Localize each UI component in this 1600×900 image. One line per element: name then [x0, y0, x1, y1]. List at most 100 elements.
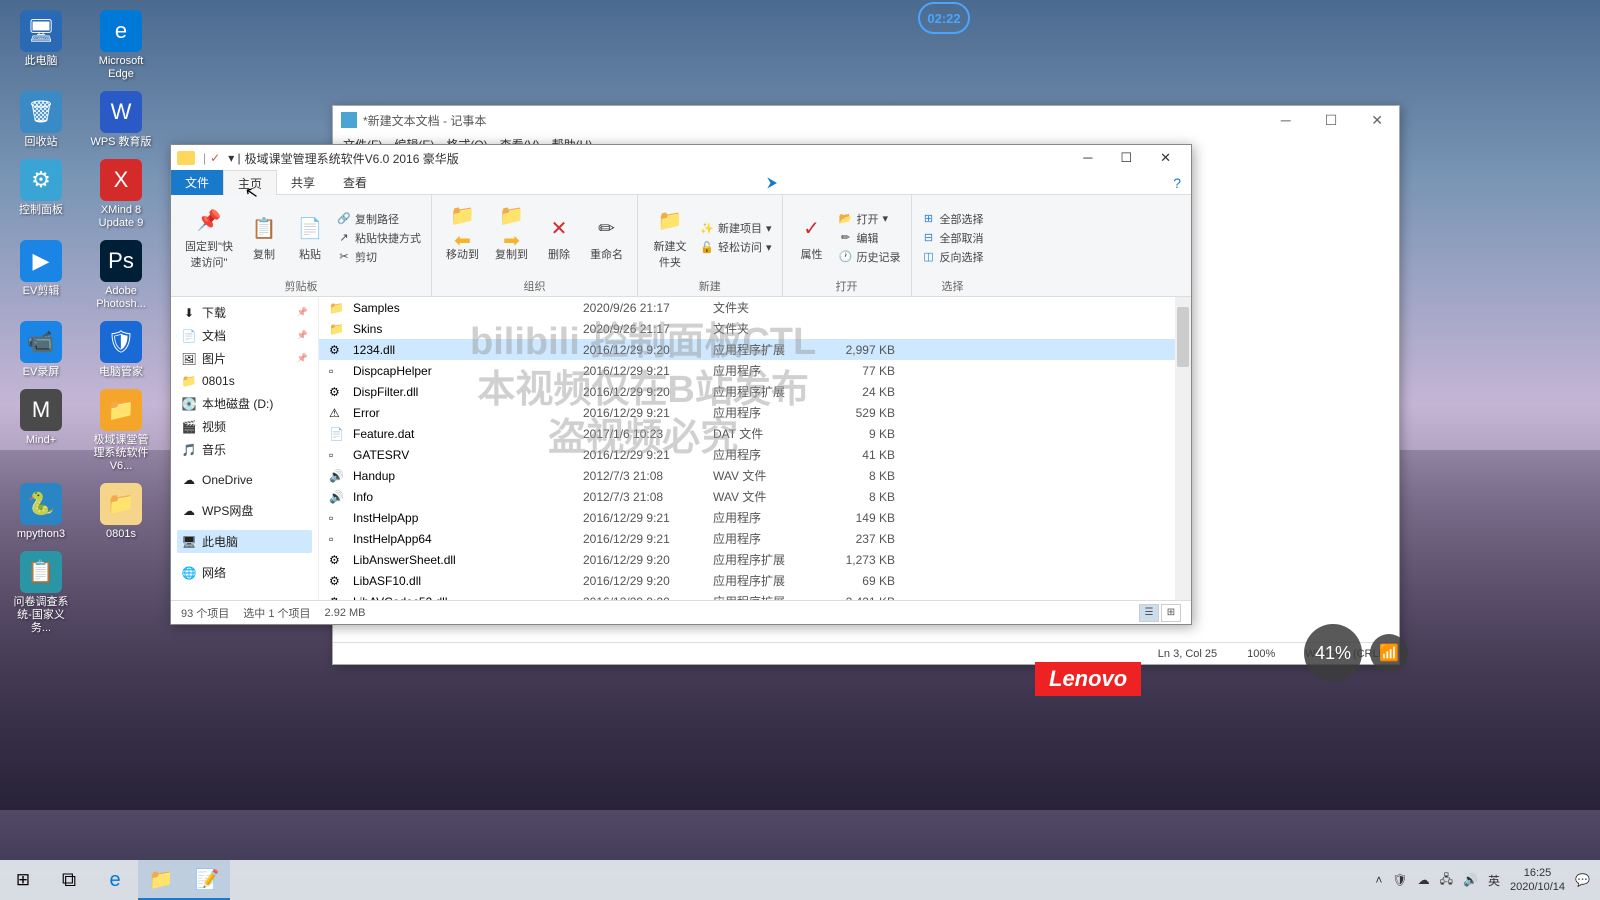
desktop-icon[interactable]: 🗑回收站 — [10, 91, 72, 149]
maximize-button[interactable]: ☐ — [1317, 110, 1346, 131]
taskbar-clock[interactable]: 16:25 2020/10/14 — [1510, 866, 1565, 894]
file-row[interactable]: 🔊Info2012/7/3 21:08WAV 文件8 KB — [319, 486, 1191, 507]
rename-button[interactable]: ✏重命名 — [586, 211, 627, 264]
delete-button[interactable]: ✕删除 — [540, 211, 578, 264]
file-row[interactable]: ▫GATESRV2016/12/29 9:21应用程序41 KB — [319, 444, 1191, 465]
file-row[interactable]: ⚙DispFilter.dll2016/12/29 9:20应用程序扩展24 K… — [319, 381, 1191, 402]
tray-volume-icon[interactable]: 🔊 — [1463, 873, 1478, 887]
invert-selection-button[interactable]: ◫反向选择 — [922, 249, 984, 265]
task-view-button[interactable]: ⧉ — [46, 860, 92, 900]
help-icon[interactable]: ? — [1173, 175, 1191, 191]
desktop-icon[interactable]: ▶EV剪辑 — [10, 240, 72, 311]
file-row[interactable]: 📁Samples2020/9/26 21:17文件夹 — [319, 297, 1191, 318]
file-date: 2020/9/26 21:17 — [583, 301, 713, 315]
taskbar-notepad[interactable]: 📝 — [184, 860, 230, 900]
app-icon: 📁 — [100, 483, 142, 525]
file-row[interactable]: 📄Feature.dat2017/1/6 10:23DAT 文件9 KB — [319, 423, 1191, 444]
desktop-icon[interactable]: WWPS 教育版 — [90, 91, 152, 149]
desktop-icon[interactable]: PsAdobe Photosh... — [90, 240, 152, 311]
nav-item[interactable]: 🎵音乐 — [177, 438, 312, 461]
properties-button[interactable]: ✓属性 — [793, 211, 831, 264]
file-row[interactable]: ⚙LibASF10.dll2016/12/29 9:20应用程序扩展69 KB — [319, 570, 1191, 591]
tray-ime[interactable]: 英 — [1488, 872, 1500, 889]
file-date: 2012/7/3 21:08 — [583, 490, 713, 504]
scrollbar[interactable] — [1175, 297, 1191, 600]
copy-to-button[interactable]: 📁➡复制到 — [491, 211, 532, 264]
tray-onedrive-icon[interactable]: ☁ — [1418, 873, 1430, 887]
tab-home[interactable]: 主页 — [223, 170, 277, 196]
nav-item[interactable]: ☁WPS网盘 — [177, 499, 312, 522]
minimize-button[interactable]: ─ — [1069, 146, 1106, 170]
desktop-icon[interactable]: 🖥此电脑 — [10, 10, 72, 81]
easy-access-button[interactable]: 🔓轻松访问 ▾ — [700, 239, 772, 255]
start-button[interactable]: ⊞ — [0, 860, 46, 900]
desktop-icon[interactable]: 📁极域课堂管理系统软件V6... — [90, 389, 152, 473]
cut-button[interactable]: ✂剪切 — [337, 249, 421, 265]
file-row[interactable]: ⚠Error2016/12/29 9:21应用程序529 KB — [319, 402, 1191, 423]
dropdown-icon[interactable]: ▾ | — [228, 151, 240, 165]
file-row[interactable]: ▫InstHelpApp2016/12/29 9:21应用程序149 KB — [319, 507, 1191, 528]
view-icons-button[interactable]: ⊞ — [1161, 604, 1181, 622]
nav-item[interactable]: 🌐网络 — [177, 561, 312, 584]
minimize-button[interactable]: ─ — [1273, 110, 1299, 131]
taskbar-explorer[interactable]: 📁 — [138, 860, 184, 900]
desktop-icon[interactable]: 📋问卷调查系统-国家义务... — [10, 551, 72, 635]
nav-item[interactable]: 📁0801s — [177, 370, 312, 392]
file-row[interactable]: ⚙LibAVCodec52.dll2016/12/29 9:20应用程序扩展2,… — [319, 591, 1191, 600]
app-icon: 📁 — [100, 389, 142, 431]
view-details-button[interactable]: ☰ — [1139, 604, 1159, 622]
nav-item[interactable]: 💽本地磁盘 (D:) — [177, 392, 312, 415]
tab-file[interactable]: 文件 — [171, 170, 223, 195]
maximize-button[interactable]: ☐ — [1106, 146, 1146, 170]
history-button[interactable]: 🕐历史记录 — [839, 249, 901, 265]
paste-shortcut-button[interactable]: ↗粘贴快捷方式 — [337, 230, 421, 246]
file-row[interactable]: ▫DispcapHelper2016/12/29 9:21应用程序77 KB — [319, 360, 1191, 381]
open-button[interactable]: 📂打开 ▾ — [839, 211, 901, 227]
nav-item[interactable]: 🎬视频 — [177, 415, 312, 438]
file-row[interactable]: ⚙1234.dll2016/12/29 9:20应用程序扩展2,997 KB — [319, 339, 1191, 360]
tab-share[interactable]: 共享 — [277, 170, 329, 195]
close-button[interactable]: ✕ — [1146, 146, 1185, 170]
nav-item[interactable]: 🖼图片 — [177, 347, 312, 370]
ribbon-collapse-icon[interactable]: ⮞ — [767, 174, 787, 191]
close-button[interactable]: ✕ — [1363, 110, 1391, 131]
select-none-button[interactable]: ⊟全部取消 — [922, 230, 984, 246]
new-item-button[interactable]: ✨新建项目 ▾ — [700, 220, 772, 236]
edit-button[interactable]: ✏编辑 — [839, 230, 901, 246]
new-folder-button[interactable]: 📁新建文件夹 — [648, 203, 692, 272]
desktop-icon[interactable]: 🛡电脑管家 — [90, 321, 152, 379]
file-row[interactable]: 🔊Handup2012/7/3 21:08WAV 文件8 KB — [319, 465, 1191, 486]
copy-button[interactable]: 📋复制 — [245, 211, 283, 264]
tab-view[interactable]: 查看 — [329, 170, 381, 195]
desktop-icon[interactable]: 🐍mpython3 — [10, 483, 72, 541]
desktop-icon[interactable]: 📹EV录屏 — [10, 321, 72, 379]
ribbon-group-select: ⊞全部选择 ⊟全部取消 ◫反向选择 选择 — [912, 195, 994, 296]
select-all-button[interactable]: ⊞全部选择 — [922, 211, 984, 227]
tray-chevron-icon[interactable]: ˄ — [1375, 873, 1382, 887]
notepad-titlebar[interactable]: *新建文本文档 - 记事本 ─ ☐ ✕ — [333, 106, 1399, 134]
rename-icon: ✏ — [592, 213, 622, 243]
nav-item[interactable]: 📄文档 — [177, 324, 312, 347]
tray-shield-icon[interactable]: 🛡 — [1392, 873, 1407, 887]
explorer-titlebar[interactable]: | ✓ ▾ | 极域课堂管理系统软件V6.0 2016 豪华版 ─ ☐ ✕ — [171, 145, 1191, 171]
scrollbar-thumb[interactable] — [1177, 307, 1189, 367]
nav-item[interactable]: ⬇下载 — [177, 301, 312, 324]
pin-button[interactable]: 📌固定到"快速访问" — [181, 203, 237, 272]
tray-network-icon[interactable]: 🖧 — [1440, 870, 1453, 891]
file-list: 📁Samples2020/9/26 21:17文件夹📁Skins2020/9/2… — [319, 297, 1191, 600]
copy-path-button[interactable]: 🔗复制路径 — [337, 211, 421, 227]
desktop-icon[interactable]: ⚙控制面板 — [10, 159, 72, 230]
move-button[interactable]: 📁⬅移动到 — [442, 211, 483, 264]
paste-button[interactable]: 📄粘贴 — [291, 211, 329, 264]
file-row[interactable]: ▫InstHelpApp642016/12/29 9:21应用程序237 KB — [319, 528, 1191, 549]
nav-item[interactable]: 🖥此电脑 — [177, 530, 312, 553]
nav-item[interactable]: ☁OneDrive — [177, 469, 312, 491]
file-row[interactable]: ⚙LibAnswerSheet.dll2016/12/29 9:20应用程序扩展… — [319, 549, 1191, 570]
desktop-icon[interactable]: eMicrosoft Edge — [90, 10, 152, 81]
taskbar-edge[interactable]: e — [92, 860, 138, 900]
notification-button[interactable]: 💬 — [1575, 873, 1590, 887]
desktop-icon[interactable]: 📁0801s — [90, 483, 152, 541]
desktop-icon[interactable]: XXMind 8 Update 9 — [90, 159, 152, 230]
desktop-icon[interactable]: MMind+ — [10, 389, 72, 473]
file-row[interactable]: 📁Skins2020/9/26 21:17文件夹 — [319, 318, 1191, 339]
